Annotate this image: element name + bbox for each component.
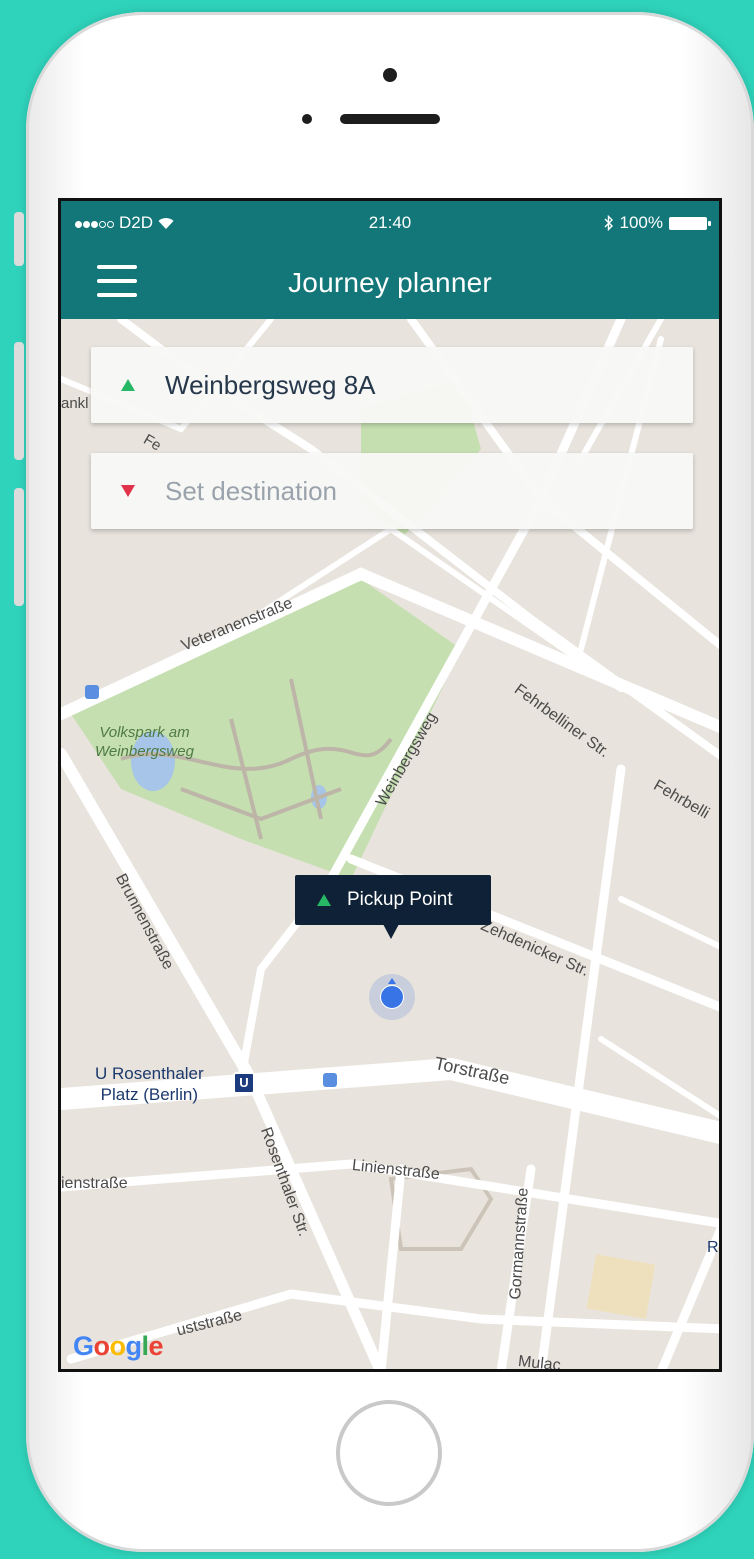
destination-marker-icon xyxy=(121,485,135,497)
battery-percentage: 100% xyxy=(619,213,663,232)
transit-label-line2: Platz (Berlin) xyxy=(100,1085,198,1104)
volume-up-button xyxy=(14,342,24,460)
park-label-line2: Weinbergsweg xyxy=(95,743,194,760)
earpiece-speaker xyxy=(340,114,440,124)
street-label-right-cut: R xyxy=(707,1239,719,1256)
poi-marker-icon[interactable] xyxy=(323,1073,337,1087)
phone-screen: D2D 21:40 100% Journey planner Veteranen… xyxy=(58,198,722,1372)
destination-field[interactable]: Set destination xyxy=(91,453,693,529)
mute-switch xyxy=(14,212,24,266)
poi-marker-icon[interactable] xyxy=(85,685,99,699)
street-label-left-cut: ankl xyxy=(61,395,89,412)
home-button[interactable] xyxy=(336,1400,442,1506)
park-label: Volkspark am Weinbergsweg xyxy=(95,723,194,761)
battery-icon xyxy=(669,216,711,230)
volume-down-button xyxy=(14,488,24,606)
origin-value: Weinbergsweg 8A xyxy=(165,369,376,400)
status-right: 100% xyxy=(604,213,711,233)
bluetooth-icon xyxy=(604,215,613,231)
pickup-point-tooltip[interactable]: Pickup Point xyxy=(295,875,491,939)
park-label-line1: Volkspark am xyxy=(99,724,190,741)
origin-marker-icon xyxy=(121,379,135,391)
pickup-marker-icon xyxy=(317,894,331,906)
proximity-sensor xyxy=(302,114,312,124)
map-view[interactable]: Veteranenstraße Fehrbelliner Str. Fehrbe… xyxy=(61,319,719,1372)
pickup-point-label: Pickup Point xyxy=(347,889,453,910)
origin-field[interactable]: Weinbergsweg 8A xyxy=(91,347,693,423)
street-label-mulackstrasse: Mulac xyxy=(517,1353,562,1372)
transit-label-line1: U Rosenthaler xyxy=(95,1064,204,1083)
page-title: Journey planner xyxy=(288,267,492,298)
google-logo: Google xyxy=(73,1331,164,1361)
app-header: Journey planner xyxy=(61,245,719,319)
current-location-icon[interactable] xyxy=(369,974,415,1020)
status-bar: D2D 21:40 100% xyxy=(61,201,719,245)
destination-placeholder: Set destination xyxy=(165,475,338,506)
ubahn-station-icon[interactable]: U xyxy=(233,1072,255,1094)
transit-station-label: U Rosenthaler Platz (Berlin) xyxy=(95,1063,204,1105)
street-label-linienstrasse-cut: ienstraße xyxy=(61,1175,128,1192)
front-camera xyxy=(383,68,397,82)
